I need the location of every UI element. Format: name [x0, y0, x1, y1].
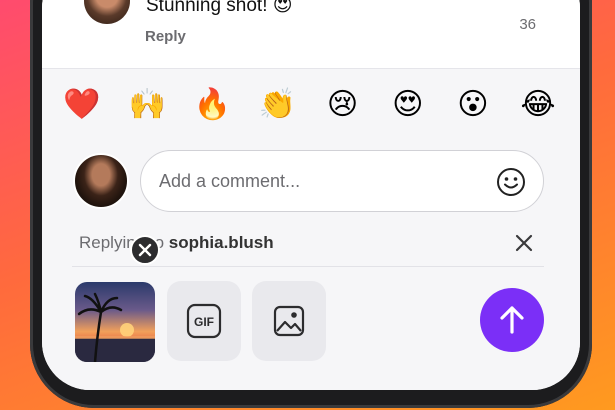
comment-item: Stunning shot! 😍 Reply ♡ 36: [42, 0, 580, 68]
reaction-heart[interactable]: ❤️: [60, 83, 104, 127]
like-count: 36: [519, 16, 536, 33]
reaction-raising-hands[interactable]: 🙌: [125, 83, 169, 127]
comment-composer-panel: ❤️ 🙌 🔥 👏 😢 😍 😮 😂 Replying to sophia.blus…: [42, 69, 580, 390]
comment-text: Stunning shot! 😍: [146, 0, 293, 16]
attached-image-thumbnail[interactable]: [75, 282, 155, 362]
reaction-heart-eyes[interactable]: 😍: [386, 83, 430, 127]
remove-attachment-button[interactable]: [130, 235, 160, 265]
commenter-avatar[interactable]: [84, 0, 130, 24]
sunset-beach-image: [75, 292, 155, 362]
phone-screen: Stunning shot! 😍 Reply ♡ 36 ❤️ 🙌 🔥 👏 😢 😍…: [42, 0, 580, 390]
replying-username: sophia.blush: [168, 233, 274, 252]
image-icon: [273, 305, 305, 337]
close-icon: [138, 243, 152, 257]
comment-input-container: [140, 150, 544, 212]
reaction-crying[interactable]: 😢: [321, 83, 365, 127]
image-button[interactable]: [252, 281, 326, 361]
reaction-fire[interactable]: 🔥: [190, 83, 234, 127]
send-button[interactable]: [480, 288, 544, 352]
like-heart-icon[interactable]: ♡: [520, 0, 534, 4]
gif-label: GIF: [194, 315, 214, 329]
reaction-surprised[interactable]: 😮: [451, 83, 495, 127]
reply-link[interactable]: Reply: [145, 28, 186, 45]
reaction-clapping[interactable]: 👏: [255, 83, 299, 127]
arrow-up-icon: [500, 306, 524, 334]
gif-icon: GIF: [186, 303, 222, 339]
reaction-laughing[interactable]: 😂: [516, 83, 560, 127]
gif-button[interactable]: GIF: [167, 281, 241, 361]
current-user-avatar: [73, 153, 129, 209]
quick-reactions-bar: ❤️ 🙌 🔥 👏 😢 😍 😮 😂: [60, 83, 560, 127]
close-icon[interactable]: [512, 231, 536, 255]
replying-to-indicator: Replying to sophia.blush: [79, 233, 274, 253]
smiley-icon[interactable]: [495, 166, 527, 198]
comment-input[interactable]: [159, 151, 479, 211]
